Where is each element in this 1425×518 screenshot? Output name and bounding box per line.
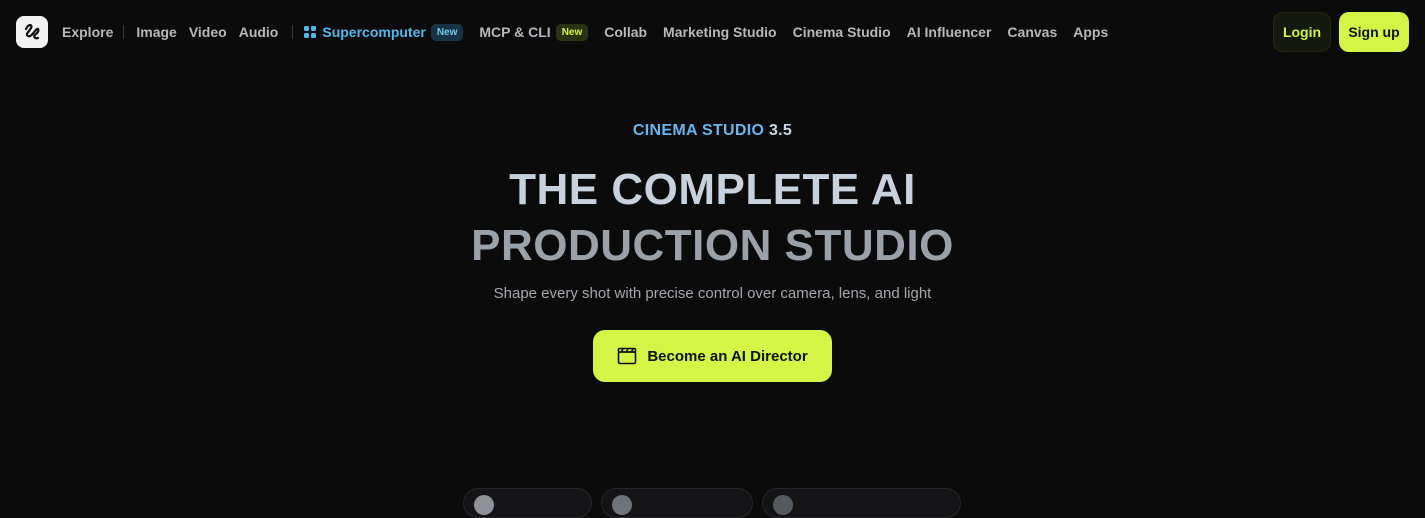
top-navigation: Explore Image Video Audio Supercomputer … [0, 0, 1425, 64]
feature-pill[interactable] [762, 488, 961, 518]
new-badge: New [430, 23, 464, 41]
nav-explore[interactable]: Explore [62, 24, 113, 40]
hero-kicker: CINEMA STUDIO 3.5 [0, 122, 1425, 140]
nav-video[interactable]: Video [189, 24, 227, 40]
pill-avatar [773, 495, 793, 515]
kicker-version: 3.5 [768, 122, 793, 139]
pill-avatar [612, 495, 632, 515]
nav-cinema-studio[interactable]: Cinema Studio [793, 24, 891, 40]
become-ai-director-button[interactable]: Become an AI Director [593, 330, 832, 382]
nav-canvas[interactable]: Canvas [1007, 24, 1057, 40]
nav-image[interactable]: Image [136, 24, 176, 40]
nav-divider [123, 25, 125, 39]
feature-pill[interactable] [463, 488, 592, 518]
clapperboard-icon [617, 347, 637, 365]
kicker-brand: CINEMA STUDIO [632, 122, 765, 139]
cta-label: Become an AI Director [647, 347, 808, 365]
nav-divider [292, 25, 294, 39]
nav-links: Explore Image Video Audio Supercomputer … [62, 0, 1108, 64]
new-badge: New [555, 23, 589, 41]
feature-pill[interactable] [601, 488, 753, 518]
signup-button[interactable]: Sign up [1339, 12, 1409, 52]
hero-subtitle: Shape every shot with precise control ov… [493, 285, 932, 302]
nav-mcp-cli-label: MCP & CLI [479, 24, 551, 40]
nav-mcp-cli[interactable]: MCP & CLI New [479, 23, 589, 41]
login-button[interactable]: Login [1273, 12, 1331, 52]
nav-audio[interactable]: Audio [239, 24, 279, 40]
nav-ai-influencer[interactable]: AI Influencer [907, 24, 992, 40]
nav-marketing-studio[interactable]: Marketing Studio [663, 24, 777, 40]
nav-collab[interactable]: Collab [604, 24, 647, 40]
hero-headline-line1: THE COMPLETE AI [509, 165, 916, 214]
nav-supercomputer[interactable]: Supercomputer New [304, 23, 464, 41]
logo-icon[interactable] [16, 16, 48, 48]
supercomputer-icon [304, 26, 317, 38]
nav-apps[interactable]: Apps [1073, 24, 1108, 40]
nav-supercomputer-label: Supercomputer [322, 24, 426, 40]
pill-avatar [474, 495, 494, 515]
hero-headline-line2: PRODUCTION STUDIO [471, 221, 954, 270]
